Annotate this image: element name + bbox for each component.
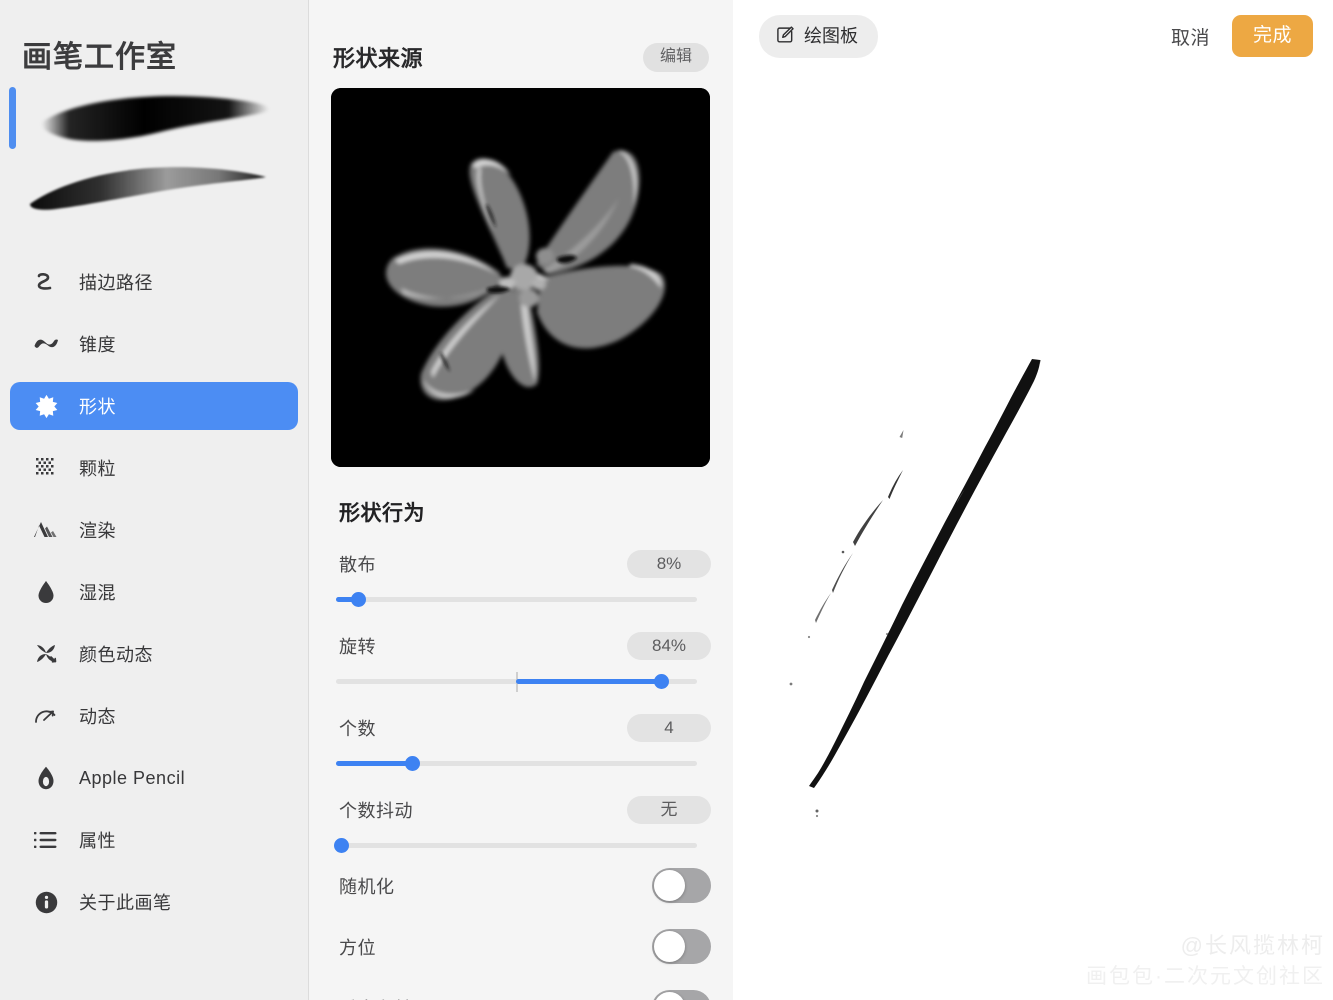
drawing-board-button[interactable]: 绘图板: [759, 14, 878, 58]
sidebar-item-label: 湿混: [79, 583, 116, 603]
watermark-community: 画包包·二次元文创社区: [1086, 964, 1325, 988]
flip-vertical-toggle[interactable]: [652, 990, 711, 1000]
cancel-button[interactable]: 取消: [1171, 23, 1210, 50]
sidebar-item-label: 颜色动态: [79, 645, 153, 665]
slider-count-jitter: 个数抖动 无: [331, 795, 711, 855]
sidebar-item-label: 渲染: [79, 521, 116, 541]
shape-source-title: 形状来源: [333, 46, 424, 71]
slider-value[interactable]: 4: [627, 714, 711, 742]
edit-button[interactable]: 编辑: [642, 42, 709, 72]
slider-scatter: 散布 8%: [331, 549, 711, 609]
slider-track-scatter[interactable]: [336, 589, 711, 609]
info-circle-icon: [31, 887, 61, 917]
slider-label: 旋转: [339, 637, 376, 657]
sidebar-item-apple-pencil[interactable]: Apple Pencil: [10, 754, 298, 802]
drawing-toolbar: 绘图板 取消 完成: [733, 0, 1333, 72]
slider-label: 散布: [339, 555, 376, 575]
sidebar-item-stroke-path[interactable]: 描边路径: [10, 258, 298, 306]
drawing-canvas[interactable]: [733, 72, 1333, 1000]
shape-settings-panel: 形状来源 编辑 形状行为 散布 8% 旋转 84% 个数 4 个数抖动 无 随机…: [308, 0, 733, 1000]
pencil-square-icon: [776, 25, 795, 47]
render-icon: [31, 515, 61, 545]
sidebar-item-label: 属性: [79, 831, 116, 851]
grain-icon: [31, 453, 61, 483]
slider-value[interactable]: 84%: [627, 632, 711, 660]
sidebar-item-label: 形状: [79, 397, 116, 417]
slider-count: 个数 4: [331, 713, 711, 773]
slider-fill: [336, 761, 412, 766]
sidebar-item-label: 关于此画笔: [79, 893, 172, 913]
slider-track-count[interactable]: [336, 753, 711, 773]
page-title: 画笔工作室: [22, 41, 177, 74]
sidebar-item-shape[interactable]: 形状: [10, 382, 298, 430]
shape-source-image[interactable]: [331, 88, 710, 467]
slider-thumb[interactable]: [334, 838, 349, 853]
randomize-toggle[interactable]: [652, 868, 711, 903]
slider-fill: [516, 679, 661, 684]
wet-mix-drop-icon: [31, 577, 61, 607]
slider-label: 个数抖动: [339, 801, 413, 821]
slider-thumb[interactable]: [405, 756, 420, 771]
toggle-knob: [654, 931, 685, 962]
sidebar-item-label: 锥度: [79, 335, 116, 355]
sidebar-item-properties[interactable]: 属性: [10, 816, 298, 864]
sidebar-item-render[interactable]: 渲染: [10, 506, 298, 554]
azimuth-toggle[interactable]: [652, 929, 711, 964]
flower-shape-graphic: [331, 88, 710, 467]
shape-source-header: 形状来源 编辑: [309, 34, 733, 80]
sidebar-item-label: Apple Pencil: [79, 767, 186, 788]
toggle-row-azimuth: 方位: [331, 916, 711, 977]
brush-stroke-preview[interactable]: [0, 84, 308, 220]
dynamics-gauge-icon: [31, 701, 61, 731]
sidebar-item-label: 颗粒: [79, 459, 116, 479]
sidebar-item-color-dynamics[interactable]: 颜色动态: [10, 630, 298, 678]
done-button[interactable]: 完成: [1231, 15, 1313, 57]
properties-list-icon: [31, 825, 61, 855]
drawing-board-label: 绘图板: [804, 25, 858, 46]
slider-rotation: 旋转 84%: [331, 631, 711, 692]
toggle-label: 垂直翻转: [339, 995, 413, 1000]
slider-track: [336, 843, 697, 848]
sidebar-item-wet-mix[interactable]: 湿混: [10, 568, 298, 616]
taper-wave-icon: [31, 329, 61, 359]
sidebar-item-taper[interactable]: 锥度: [10, 320, 298, 368]
canvas-strokes: [789, 359, 1041, 818]
sidebar-item-about-brush[interactable]: 关于此画笔: [10, 878, 298, 926]
toggle-knob: [654, 992, 685, 1000]
slider-label: 个数: [339, 719, 376, 739]
toggle-knob: [654, 870, 685, 901]
sidebar-item-label: 动态: [79, 707, 116, 727]
sidebar: 画笔工作室 描边路径 锥度 形状 颗粒 渲染 湿混 颜色动态 动态 Apple …: [0, 0, 308, 1000]
sidebar-item-dynamics[interactable]: 动态: [10, 692, 298, 740]
slider-track: [336, 597, 697, 602]
toggle-label: 方位: [339, 937, 376, 958]
slider-thumb[interactable]: [654, 674, 669, 689]
toggle-label: 随机化: [339, 876, 395, 897]
slider-value[interactable]: 8%: [627, 550, 711, 578]
brush-stroke-thumbnails: [30, 95, 270, 210]
sidebar-nav: 描边路径 锥度 形状 颗粒 渲染 湿混 颜色动态 动态 Apple Pencil…: [0, 258, 308, 940]
shape-behavior-title: 形状行为: [339, 502, 425, 525]
stroke-path-icon: [31, 267, 61, 297]
sidebar-item-label: 描边路径: [79, 273, 153, 293]
slider-track-count-jitter[interactable]: [334, 835, 711, 855]
brush-studio-window: 画笔工作室 描边路径 锥度 形状 颗粒 渲染 湿混 颜色动态 动态 Apple …: [0, 0, 1333, 1000]
toggle-row-flip-vertical: 垂直翻转: [331, 977, 711, 1000]
slider-value[interactable]: 无: [627, 796, 711, 824]
drawing-panel: 绘图板 取消 完成 @长风揽林柯 画包包·二次元文创社区: [733, 0, 1333, 1000]
watermark-handle: @长风揽林柯: [1180, 932, 1325, 958]
slider-track-rotation[interactable]: [336, 671, 711, 692]
shape-star-icon: [31, 391, 61, 421]
color-dynamics-icon: [31, 639, 61, 669]
apple-pencil-icon: [31, 763, 61, 793]
slider-thumb[interactable]: [351, 592, 366, 607]
watermark: @长风揽林柯 画包包·二次元文创社区: [1086, 930, 1325, 992]
toggle-row-randomize: 随机化: [331, 855, 711, 916]
sidebar-item-grain[interactable]: 颗粒: [10, 444, 298, 492]
